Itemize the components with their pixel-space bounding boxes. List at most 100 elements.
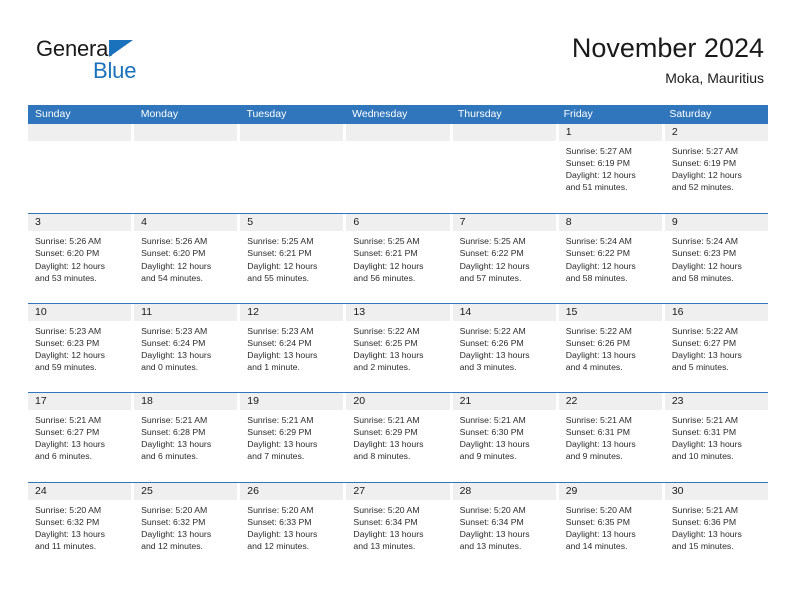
day-details: Sunrise: 5:22 AM Sunset: 6:26 PM Daylight:… xyxy=(453,321,556,373)
brand-logo[interactable]: General Blue xyxy=(36,36,266,86)
day-detail-sunrise: Sunrise: 5:20 AM xyxy=(459,504,526,515)
calendar-day-cell[interactable]: 13 Sunrise: 5:22 AM Sunset: 6:25 PM Dayligh… xyxy=(346,303,453,393)
day-detail-sunset: Sunset: 6:32 PM xyxy=(141,516,206,527)
day-detail-daylight2: and 13 minutes. xyxy=(459,540,522,551)
day-detail-sunrise: Sunrise: 5:21 AM xyxy=(671,504,739,515)
day-number: 17 xyxy=(28,393,132,411)
day-details: Sunrise: 5:25 AM Sunset: 6:21 PM Daylight:… xyxy=(240,231,343,283)
day-detail-sunset: Sunset: 6:24 PM xyxy=(141,337,206,348)
day-number: 27 xyxy=(346,482,450,500)
calendar-day-cell[interactable]: 20 Sunrise: 5:21 AM Sunset: 6:29 PM Dayligh… xyxy=(346,393,453,482)
day-details: Sunrise: 5:22 AM Sunset: 6:26 PM Daylight:… xyxy=(559,321,662,373)
calendar-week-row: 10 Sunrise: 5:23 AM Sunset: 6:23 PM Dayligh… xyxy=(28,302,768,393)
calendar-day-cell[interactable]: 25 Sunrise: 5:20 AM Sunset: 6:32 PM Dayligh… xyxy=(134,482,241,571)
day-details: Sunrise: 5:26 AM Sunset: 6:20 PM Daylight:… xyxy=(134,231,237,283)
calendar-day-cell[interactable]: 6 Sunrise: 5:25 AM Sunset: 6:21 PM Daylight… xyxy=(346,214,453,303)
day-number: 20 xyxy=(346,393,450,411)
day-detail-daylight2: and 9 minutes. xyxy=(565,451,623,462)
day-detail-daylight2: and 12 minutes. xyxy=(141,540,203,551)
day-details: Sunrise: 5:20 AM Sunset: 6:33 PM Daylight:… xyxy=(240,500,343,552)
calendar-day-cell-empty xyxy=(134,124,241,214)
calendar-day-cell[interactable]: 9 Sunrise: 5:24 AM Sunset: 6:23 PM Daylight… xyxy=(664,214,768,302)
day-detail-sunrise: Sunrise: 5:21 AM xyxy=(141,415,208,426)
day-detail-daylight2: and 0 minutes. xyxy=(141,362,199,373)
day-detail-daylight2: and 59 minutes. xyxy=(35,362,97,373)
calendar-day-cell[interactable]: 17 Sunrise: 5:21 AM Sunset: 6:27 PM Dayligh… xyxy=(28,393,135,482)
calendar-day-cell[interactable]: 28 Sunrise: 5:20 AM Sunset: 6:34 PM Dayligh… xyxy=(452,482,559,571)
calendar-day-cell[interactable]: 18 Sunrise: 5:21 AM Sunset: 6:28 PM Dayligh… xyxy=(134,393,241,482)
day-detail-daylight1: Daylight: 13 hours xyxy=(459,528,530,539)
day-detail-sunset: Sunset: 6:28 PM xyxy=(141,427,206,438)
calendar-day-cell[interactable]: 2 Sunrise: 5:27 AM Sunset: 6:19 PM Daylight… xyxy=(664,124,768,213)
weekday-header-row: Sunday Monday Tuesday Wednesday Thursday… xyxy=(28,105,768,124)
day-detail-daylight1: Daylight: 13 hours xyxy=(247,349,318,360)
calendar-day-cell-empty xyxy=(452,124,559,214)
day-detail-sunrise: Sunrise: 5:21 AM xyxy=(247,415,314,426)
location-subtitle: Moka, Mauritius xyxy=(665,70,764,86)
title-block: November 2024 Moka, Mauritius xyxy=(572,32,764,87)
day-number xyxy=(134,124,238,141)
day-detail-sunrise: Sunrise: 5:24 AM xyxy=(671,236,739,247)
calendar-day-cell[interactable]: 14 Sunrise: 5:22 AM Sunset: 6:26 PM Dayligh… xyxy=(452,303,559,393)
calendar-day-cell-empty xyxy=(28,124,135,214)
day-details: Sunrise: 5:23 AM Sunset: 6:24 PM Daylight:… xyxy=(240,321,343,373)
calendar-day-cell[interactable]: 3 Sunrise: 5:26 AM Sunset: 6:20 PM Daylight… xyxy=(28,214,135,303)
day-details: Sunrise: 5:27 AM Sunset: 6:19 PM Daylight:… xyxy=(665,141,768,193)
day-detail-daylight2: and 52 minutes. xyxy=(671,182,734,193)
day-detail-daylight1: Daylight: 13 hours xyxy=(141,349,212,360)
calendar-day-cell[interactable]: 8 Sunrise: 5:24 AM Sunset: 6:22 PM Daylight… xyxy=(558,214,665,303)
calendar-day-cell[interactable]: 22 Sunrise: 5:21 AM Sunset: 6:31 PM Dayligh… xyxy=(558,393,665,482)
day-detail-daylight2: and 6 minutes. xyxy=(141,451,199,462)
weeks-container: 1 Sunrise: 5:27 AM Sunset: 6:19 PM Daylight… xyxy=(28,124,768,571)
calendar-day-cell[interactable]: 26 Sunrise: 5:20 AM Sunset: 6:33 PM Dayligh… xyxy=(240,482,347,571)
day-number: 12 xyxy=(240,303,344,321)
day-detail-sunset: Sunset: 6:36 PM xyxy=(671,516,737,527)
weekday-header-thursday: Thursday xyxy=(457,108,502,120)
day-detail-daylight2: and 57 minutes. xyxy=(459,272,522,283)
day-number: 30 xyxy=(664,482,768,500)
day-detail-sunrise: Sunrise: 5:24 AM xyxy=(565,236,632,247)
calendar-day-cell[interactable]: 15 Sunrise: 5:22 AM Sunset: 6:26 PM Dayligh… xyxy=(558,303,665,393)
calendar-day-cell[interactable]: 1 Sunrise: 5:27 AM Sunset: 6:19 PM Daylight… xyxy=(558,124,665,214)
day-detail-sunrise: Sunrise: 5:23 AM xyxy=(35,325,102,336)
calendar-day-cell[interactable]: 10 Sunrise: 5:23 AM Sunset: 6:23 PM Dayligh… xyxy=(28,303,135,393)
day-detail-daylight1: Daylight: 12 hours xyxy=(35,349,106,360)
calendar-day-cell[interactable]: 11 Sunrise: 5:23 AM Sunset: 6:24 PM Dayligh… xyxy=(134,303,241,393)
day-detail-daylight2: and 12 minutes. xyxy=(247,540,310,551)
calendar-day-cell[interactable]: 12 Sunrise: 5:23 AM Sunset: 6:24 PM Dayligh… xyxy=(240,303,347,393)
calendar-week-row: 17 Sunrise: 5:21 AM Sunset: 6:27 PM Dayligh… xyxy=(28,392,768,482)
calendar-day-cell[interactable]: 16 Sunrise: 5:22 AM Sunset: 6:27 PM Dayligh… xyxy=(664,303,768,392)
calendar-grid: Sunday Monday Tuesday Wednesday Thursday… xyxy=(28,105,768,571)
day-detail-sunrise: Sunrise: 5:27 AM xyxy=(565,146,632,156)
calendar-day-cell[interactable]: 24 Sunrise: 5:20 AM Sunset: 6:32 PM Dayligh… xyxy=(28,482,135,571)
weekday-header-friday: Friday xyxy=(563,108,593,120)
day-detail-sunset: Sunset: 6:29 PM xyxy=(353,427,418,438)
day-detail-sunrise: Sunrise: 5:25 AM xyxy=(353,236,420,247)
day-detail-daylight1: Daylight: 13 hours xyxy=(565,349,636,360)
day-details: Sunrise: 5:27 AM Sunset: 6:19 PM Daylight:… xyxy=(559,141,662,193)
calendar-day-cell[interactable]: 4 Sunrise: 5:26 AM Sunset: 6:20 PM Daylight… xyxy=(134,214,241,303)
day-detail-sunset: Sunset: 6:32 PM xyxy=(35,516,100,527)
day-detail-sunrise: Sunrise: 5:21 AM xyxy=(671,415,739,426)
day-detail-sunset: Sunset: 6:22 PM xyxy=(459,248,524,259)
calendar-day-cell[interactable]: 5 Sunrise: 5:25 AM Sunset: 6:21 PM Daylight… xyxy=(240,214,347,303)
calendar-day-cell[interactable]: 23 Sunrise: 5:21 AM Sunset: 6:31 PM Dayligh… xyxy=(664,393,768,481)
day-details: Sunrise: 5:25 AM Sunset: 6:21 PM Daylight:… xyxy=(346,231,449,283)
calendar-day-cell[interactable]: 30 Sunrise: 5:21 AM Sunset: 6:36 PM Dayligh… xyxy=(664,482,768,571)
calendar-day-cell[interactable]: 27 Sunrise: 5:20 AM Sunset: 6:34 PM Dayligh… xyxy=(346,482,453,571)
day-detail-daylight1: Daylight: 13 hours xyxy=(141,439,212,450)
day-detail-daylight2: and 51 minutes. xyxy=(565,182,628,193)
day-number: 7 xyxy=(452,214,556,232)
calendar-day-cell[interactable]: 7 Sunrise: 5:25 AM Sunset: 6:22 PM Daylight… xyxy=(452,214,559,303)
day-detail-daylight2: and 15 minutes. xyxy=(671,540,734,551)
day-detail-daylight1: Daylight: 13 hours xyxy=(459,439,530,450)
calendar-day-cell[interactable]: 29 Sunrise: 5:20 AM Sunset: 6:35 PM Dayligh… xyxy=(558,482,665,571)
day-details: Sunrise: 5:21 AM Sunset: 6:27 PM Daylight:… xyxy=(28,410,131,462)
day-number: 15 xyxy=(558,303,662,321)
day-detail-daylight2: and 3 minutes. xyxy=(459,362,517,373)
day-detail-daylight2: and 2 minutes. xyxy=(353,362,411,373)
day-detail-sunset: Sunset: 6:22 PM xyxy=(565,248,630,259)
calendar-day-cell[interactable]: 19 Sunrise: 5:21 AM Sunset: 6:29 PM Dayligh… xyxy=(240,393,347,482)
day-detail-sunrise: Sunrise: 5:20 AM xyxy=(353,504,420,515)
calendar-day-cell[interactable]: 21 Sunrise: 5:21 AM Sunset: 6:30 PM Dayligh… xyxy=(452,393,559,482)
